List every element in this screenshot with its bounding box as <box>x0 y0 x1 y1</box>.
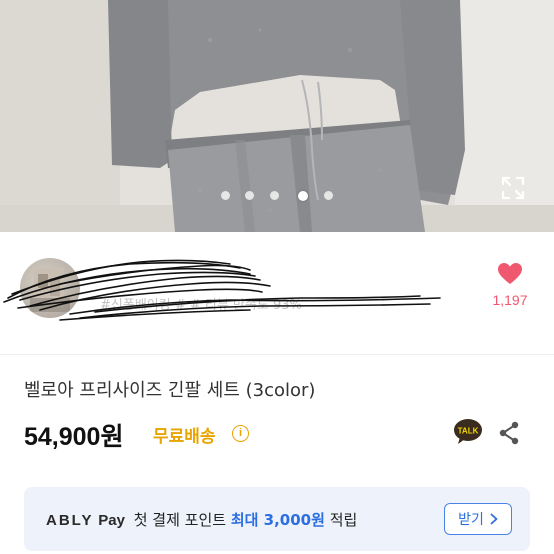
carousel-dot[interactable] <box>245 191 254 200</box>
expand-icon[interactable] <box>499 174 527 202</box>
banner-suffix: 적립 <box>324 511 358 529</box>
info-icon[interactable]: i <box>232 425 249 442</box>
product-title: 벨로아 프리사이즈 긴팔 세트 (3color) <box>24 380 316 401</box>
carousel-dot-active[interactable] <box>298 190 308 201</box>
kakao-talk-button[interactable]: TALK <box>453 418 483 446</box>
banner-highlight: 최대 3,000원 <box>230 511 325 529</box>
section-divider <box>0 354 554 355</box>
carousel-dot[interactable] <box>221 191 230 200</box>
product-image-carousel[interactable] <box>0 0 554 232</box>
heart-icon <box>498 263 522 284</box>
chevron-right-icon <box>490 513 498 525</box>
receive-button[interactable]: 받기 <box>444 503 512 535</box>
share-button[interactable] <box>497 420 521 446</box>
like-button[interactable]: 1,197 <box>485 262 535 308</box>
talk-icon: TALK <box>454 419 482 444</box>
banner-text: ABLY Pay 첫 결제 포인트 최대 3,000원 적립 <box>46 509 357 530</box>
ably-pay-banner[interactable]: ABLY Pay 첫 결제 포인트 최대 3,000원 적립 받기 <box>24 487 530 551</box>
share-icon <box>499 421 519 445</box>
carousel-dot[interactable] <box>270 191 279 200</box>
free-shipping-badge: 무료배송 <box>153 427 216 447</box>
banner-prefix: 첫 결제 포인트 <box>133 511 231 529</box>
receive-label: 받기 <box>458 512 484 528</box>
pay-label: Pay <box>98 512 125 529</box>
redaction-scribble <box>3 259 441 321</box>
carousel-indicator <box>0 190 554 203</box>
talk-label: TALK <box>458 427 479 436</box>
product-price: 54,900원 <box>24 423 124 451</box>
like-count: 1,197 <box>492 292 528 308</box>
ably-logo: ABLY <box>46 512 94 529</box>
carousel-dot[interactable] <box>324 191 333 200</box>
